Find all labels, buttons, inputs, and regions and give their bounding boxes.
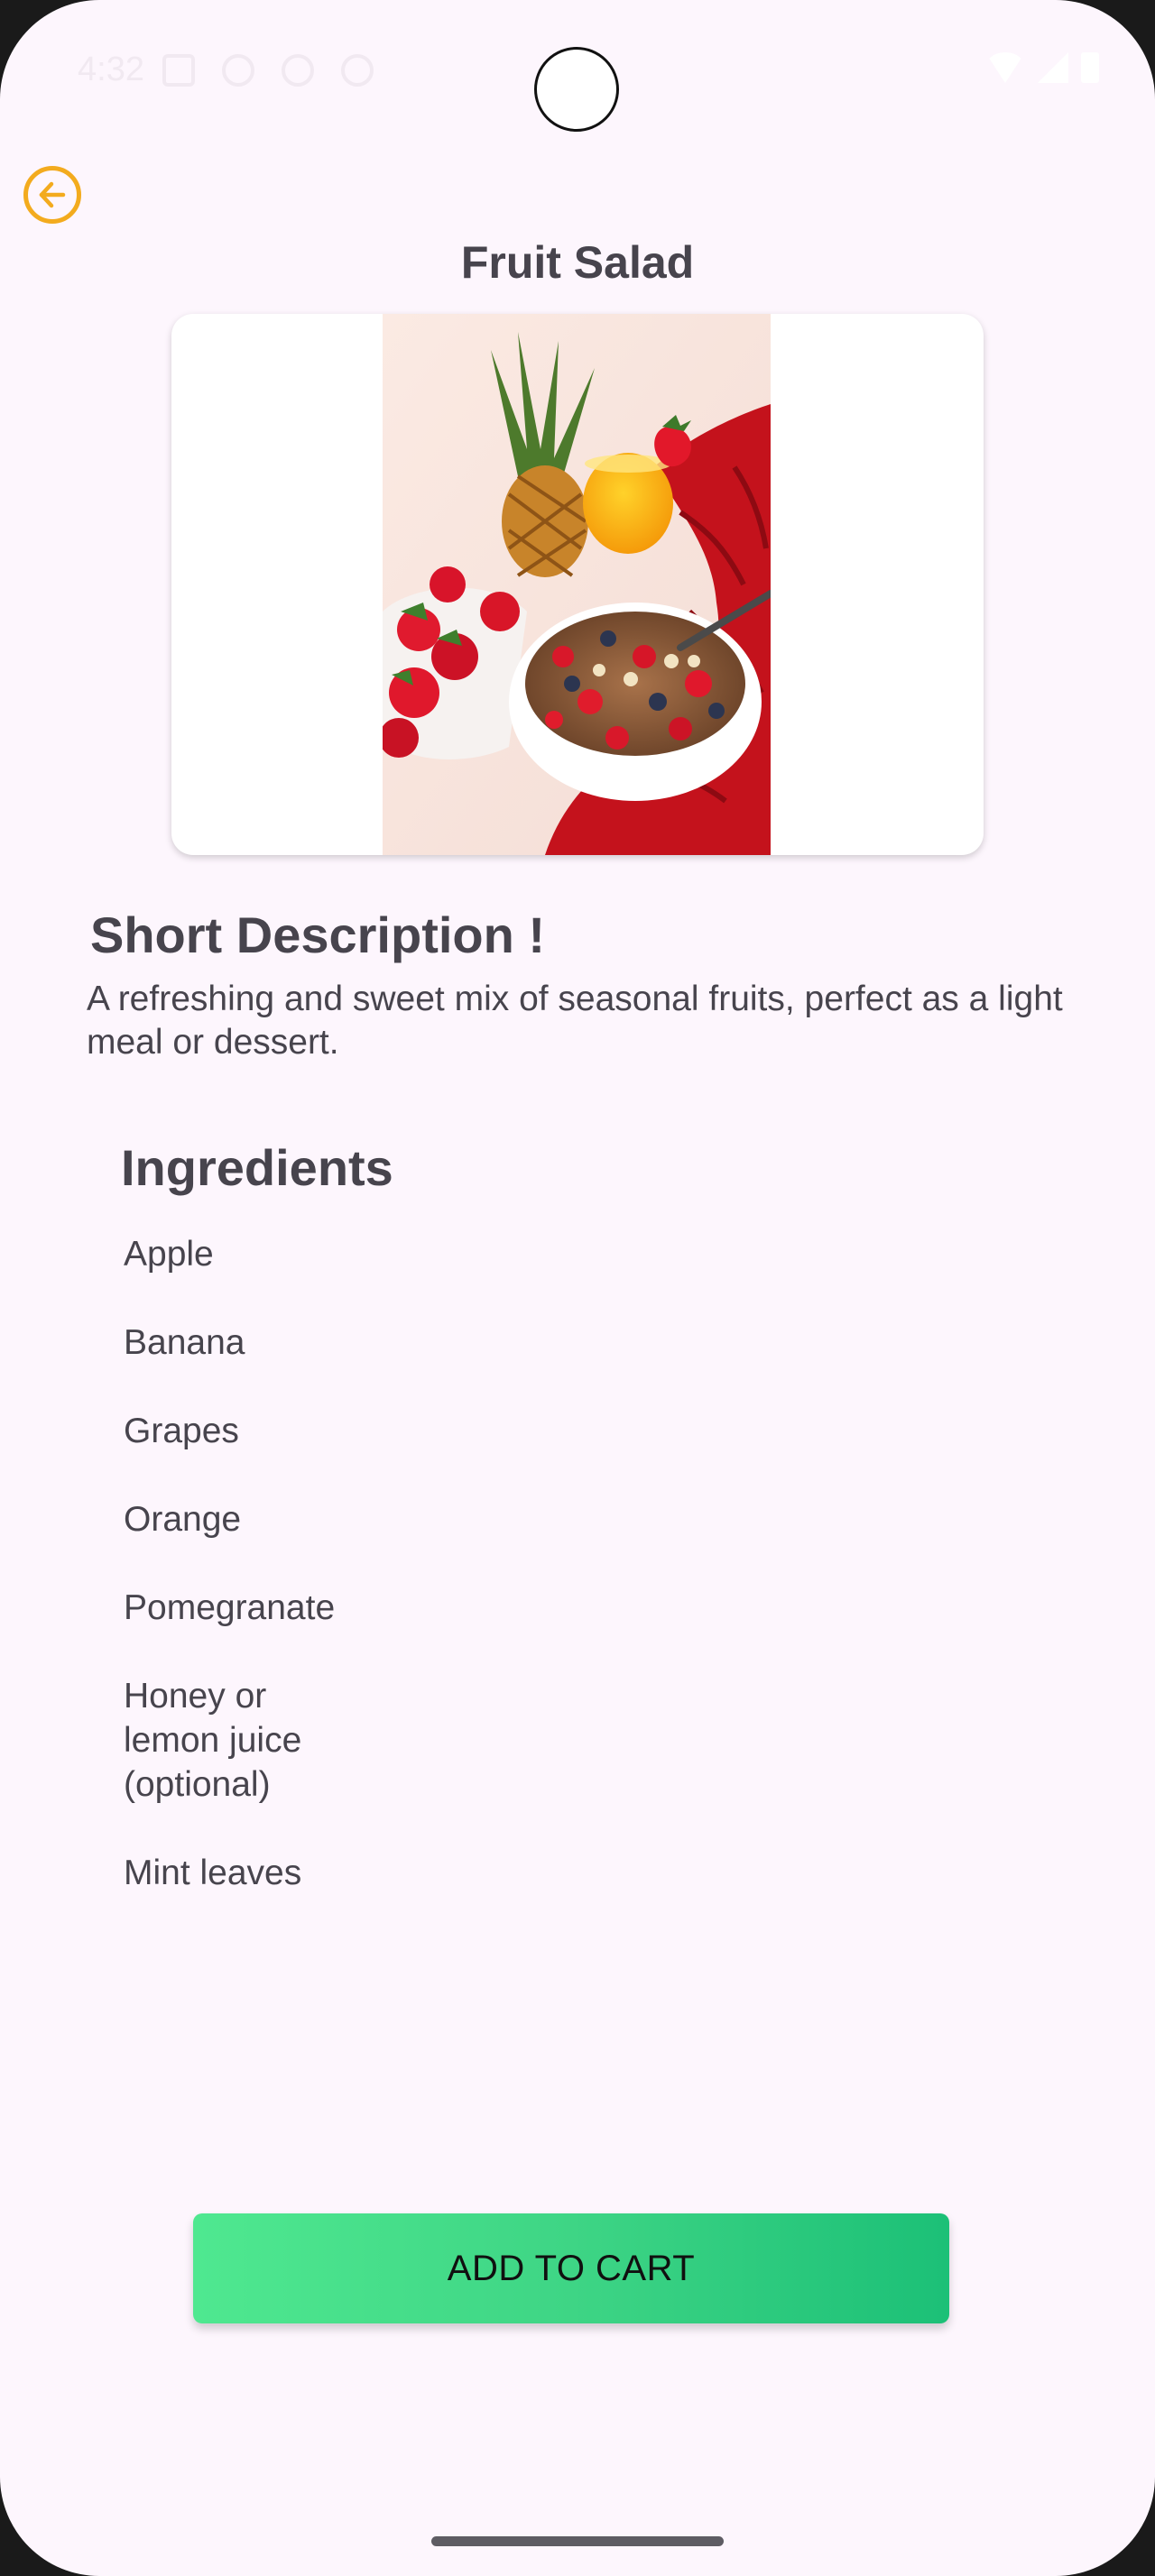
- back-button[interactable]: [23, 166, 81, 224]
- info-icon: [282, 54, 314, 87]
- description-heading: Short Description !: [90, 906, 546, 963]
- app-screen: 4:32 Fruit Salad Short Description ! A r…: [0, 0, 1155, 2576]
- ingredient-item: Mint leaves: [124, 1854, 302, 1892]
- ingredient-item: Grapes: [124, 1412, 239, 1450]
- ingredient-item: Honey or lemon juice (optional): [124, 1677, 302, 1804]
- sim-icon: [162, 54, 195, 87]
- google-icon: [341, 54, 374, 87]
- battery-icon: [1081, 52, 1099, 83]
- ingredient-item: Pomegranate: [124, 1588, 336, 1627]
- status-time: 4:32: [78, 51, 144, 88]
- status-notification-icons: [162, 54, 374, 87]
- ingredient-item: Orange: [124, 1500, 242, 1539]
- camera-cutout: [534, 47, 619, 132]
- status-system-icons: [985, 52, 1099, 83]
- ingredient-item: Banana: [124, 1323, 245, 1362]
- arrow-left-icon: [39, 181, 66, 208]
- settings-icon: [222, 54, 254, 87]
- ingredients-list: Apple Banana Grapes Orange Pomegranate H…: [124, 1232, 340, 1939]
- ingredient-item: Apple: [124, 1235, 214, 1274]
- description-text: A refreshing and sweet mix of seasonal f…: [87, 980, 1063, 1062]
- cell-signal-icon: [1038, 52, 1068, 83]
- fruit-salad-photo: [383, 314, 771, 855]
- ingredients-heading: Ingredients: [121, 1139, 393, 1196]
- add-to-cart-button[interactable]: ADD TO CART: [193, 2213, 949, 2323]
- home-indicator[interactable]: [431, 2536, 724, 2546]
- wifi-icon: [985, 52, 1025, 83]
- food-image-card: [171, 314, 984, 855]
- page-title: Fruit Salad: [460, 237, 695, 288]
